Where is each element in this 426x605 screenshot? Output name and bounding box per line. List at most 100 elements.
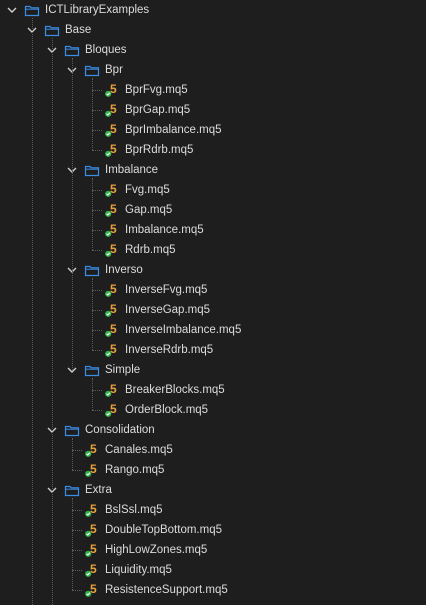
file-node-inverserdrb[interactable]: 5 InverseRdrb.mq5 [0, 340, 426, 360]
folder-node-extra[interactable]: Extra [0, 480, 426, 500]
file-node-resistencesupport[interactable]: 5 ResistenceSupport.mq5 [0, 580, 426, 600]
file-node-doubletopbottom[interactable]: 5 DoubleTopBottom.mq5 [0, 520, 426, 540]
tree-guide-line [92, 410, 102, 411]
file-tree: ICTLibraryExamples Base Bloques Bpr 5 Bp… [0, 0, 426, 605]
node-label: BprRdrb.mq5 [125, 144, 194, 156]
mq5-file-icon: 5 [84, 542, 100, 558]
file-node-inversegap[interactable]: 5 InverseGap.mq5 [0, 300, 426, 320]
tree-guide-line [92, 310, 102, 311]
folder-node-bpr[interactable]: Bpr [0, 60, 426, 80]
node-label: ResistenceSupport.mq5 [105, 584, 228, 596]
file-node-breakerblocks[interactable]: 5 BreakerBlocks.mq5 [0, 380, 426, 400]
node-label: InverseImbalance.mq5 [125, 324, 242, 336]
node-label: OrderBlock.mq5 [125, 404, 209, 416]
node-label: Inverso [105, 264, 143, 276]
tree-guide-line [92, 330, 102, 331]
folder-node-consolidation[interactable]: Consolidation [0, 420, 426, 440]
folder-icon [24, 2, 40, 18]
mq5-file-icon: 5 [104, 122, 120, 138]
node-label: Rdrb.mq5 [125, 244, 176, 256]
node-label: Extra [85, 484, 112, 496]
mq5-file-icon: 5 [104, 182, 120, 198]
file-node-highlowzones[interactable]: 5 HighLowZones.mq5 [0, 540, 426, 560]
node-label: HighLowZones.mq5 [105, 544, 208, 556]
tree-guide-line [72, 570, 82, 571]
tree-guide-line [92, 278, 93, 350]
tree-guide-line [92, 78, 93, 150]
tree-guide-line [92, 110, 102, 111]
folder-icon [84, 362, 100, 378]
file-node-bprimbalance[interactable]: 5 BprImbalance.mq5 [0, 120, 426, 140]
mq5-file-icon: 5 [104, 142, 120, 158]
folder-node-bloques[interactable]: Bloques [0, 40, 426, 60]
mq5-file-icon: 5 [104, 202, 120, 218]
node-label: Imbalance.mq5 [125, 224, 204, 236]
node-label: BslSsl.mq5 [105, 504, 163, 516]
file-node-rdrb[interactable]: 5 Rdrb.mq5 [0, 240, 426, 260]
mq5-file-icon: 5 [104, 242, 120, 258]
tree-guide-line [92, 150, 102, 151]
mq5-file-icon: 5 [104, 382, 120, 398]
tree-guide-line [72, 58, 73, 370]
tree-guide-line [72, 510, 82, 511]
folder-node-imbalance[interactable]: Imbalance [0, 160, 426, 180]
file-node-bprfvg[interactable]: 5 BprFvg.mq5 [0, 80, 426, 100]
node-label: Liquidity.mq5 [105, 564, 172, 576]
folder-icon [84, 262, 100, 278]
tree-guide-line [72, 530, 82, 531]
node-label: InverseRdrb.mq5 [125, 344, 214, 356]
file-node-fvg[interactable]: 5 Fvg.mq5 [0, 180, 426, 200]
file-node-bprrdrb[interactable]: 5 BprRdrb.mq5 [0, 140, 426, 160]
tree-guide-line [92, 230, 102, 231]
mq5-file-icon: 5 [84, 502, 100, 518]
node-label: Gap.mq5 [125, 204, 173, 216]
file-node-imbalance[interactable]: 5 Imbalance.mq5 [0, 220, 426, 240]
node-label: Fvg.mq5 [125, 184, 170, 196]
file-node-liquidity[interactable]: 5 Liquidity.mq5 [0, 560, 426, 580]
folder-icon [84, 62, 100, 78]
mq5-file-icon: 5 [104, 402, 120, 418]
mq5-file-icon: 5 [104, 322, 120, 338]
file-node-bslssl[interactable]: 5 BslSsl.mq5 [0, 500, 426, 520]
node-label: Simple [105, 364, 141, 376]
folder-icon [64, 42, 80, 58]
tree-guide-line [92, 178, 93, 250]
folder-icon [64, 422, 80, 438]
mq5-file-icon: 5 [84, 522, 100, 538]
mq5-file-icon: 5 [84, 582, 100, 598]
file-node-gap[interactable]: 5 Gap.mq5 [0, 200, 426, 220]
folder-node-inverso[interactable]: Inverso [0, 260, 426, 280]
file-node-rango[interactable]: 5 Rango.mq5 [0, 460, 426, 480]
tree-guide-line [92, 350, 102, 351]
node-label: BprImbalance.mq5 [125, 124, 222, 136]
mq5-file-icon: 5 [84, 462, 100, 478]
tree-guide-line [92, 390, 102, 391]
mq5-file-icon: 5 [104, 82, 120, 98]
tree-guide-line [92, 250, 102, 251]
folder-node-base[interactable]: Base [0, 20, 426, 40]
node-label: InverseGap.mq5 [125, 304, 211, 316]
chevron-down-icon[interactable] [6, 4, 18, 16]
tree-guide-line [92, 210, 102, 211]
mq5-file-icon: 5 [104, 102, 120, 118]
tree-guide-line [92, 130, 102, 131]
tree-guide-line [92, 90, 102, 91]
folder-node-simple[interactable]: Simple [0, 360, 426, 380]
folder-icon [64, 482, 80, 498]
file-node-canales[interactable]: 5 Canales.mq5 [0, 440, 426, 460]
file-node-inverseimbalance[interactable]: 5 InverseImbalance.mq5 [0, 320, 426, 340]
folder-node-ictlibraryexamples[interactable]: ICTLibraryExamples [0, 0, 426, 20]
folder-icon [44, 22, 60, 38]
mq5-file-icon: 5 [104, 342, 120, 358]
node-label: Imbalance [105, 164, 159, 176]
mq5-file-icon: 5 [84, 442, 100, 458]
file-node-inversefvg[interactable]: 5 InverseFvg.mq5 [0, 280, 426, 300]
tree-guide-line [52, 38, 53, 605]
file-node-bprgap[interactable]: 5 BprGap.mq5 [0, 100, 426, 120]
mq5-file-icon: 5 [104, 282, 120, 298]
node-label: BreakerBlocks.mq5 [125, 384, 225, 396]
tree-guide-line [72, 498, 73, 590]
file-node-orderblock[interactable]: 5 OrderBlock.mq5 [0, 400, 426, 420]
mq5-file-icon: 5 [84, 562, 100, 578]
node-label: BprFvg.mq5 [125, 84, 188, 96]
